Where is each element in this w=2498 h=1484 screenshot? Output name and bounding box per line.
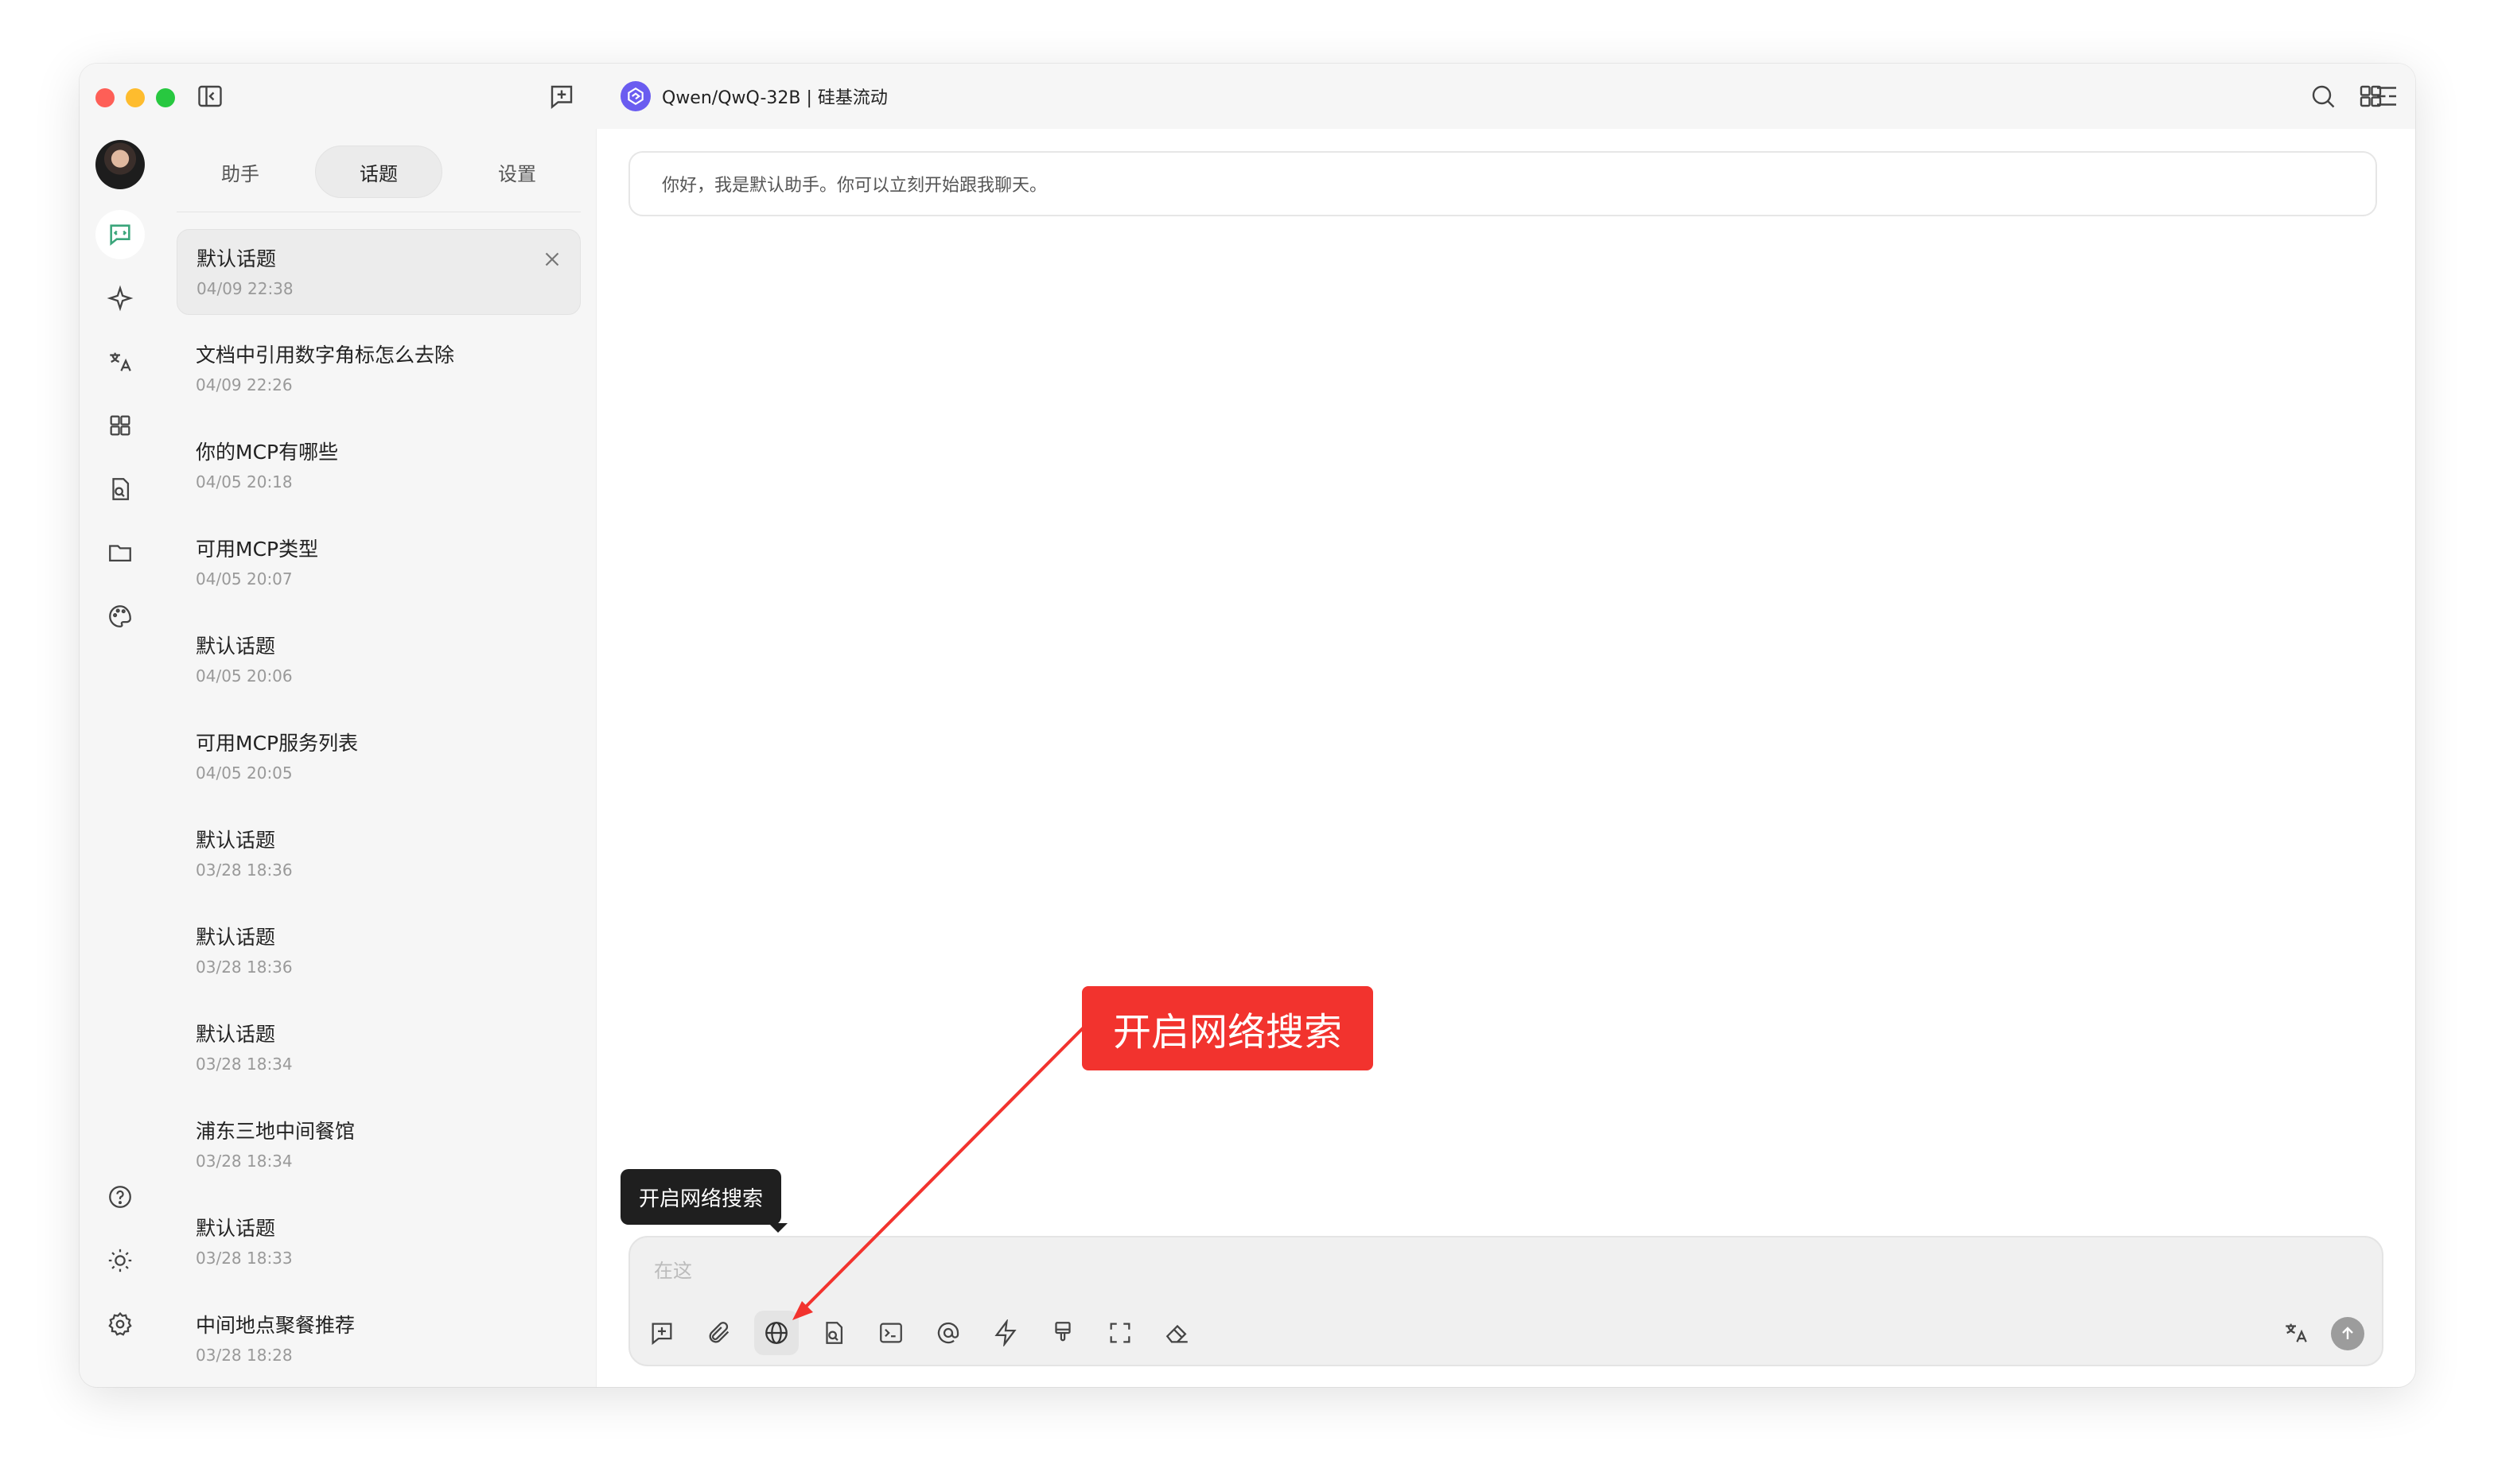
topic-time: 03/28 18:36	[196, 958, 293, 977]
model-logo-icon	[621, 81, 651, 111]
tab-topics[interactable]: 话题	[315, 146, 442, 198]
file-search-icon[interactable]	[811, 1311, 856, 1355]
folder-icon[interactable]	[95, 528, 145, 577]
topic-title: 可用MCP类型	[196, 538, 319, 561]
topic-title: 默认话题	[196, 1023, 276, 1046]
tab-settings[interactable]: 设置	[453, 146, 581, 198]
topic-title: 默认话题	[196, 1217, 276, 1240]
chat-icon[interactable]	[95, 210, 145, 259]
settings-icon[interactable]	[95, 1299, 145, 1349]
topic-time: 04/09 22:38	[196, 279, 294, 298]
apps-icon[interactable]	[95, 401, 145, 450]
nav-rail	[80, 129, 161, 1387]
topic-item[interactable]: 默认话题 04/05 20:06	[177, 617, 581, 703]
avatar[interactable]	[95, 140, 145, 189]
app-window: Qwen/QwQ-32B | 硅基流动 助手 话题 设置 默认话题 04/09 …	[80, 64, 2415, 1387]
lightning-icon[interactable]	[983, 1311, 1028, 1355]
topic-item[interactable]: 可用MCP服务列表 04/05 20:05	[177, 714, 581, 800]
chat-main: 你好，我是默认助手。你可以立刻开始跟我聊天。 在这	[597, 129, 2415, 1387]
globe-icon[interactable]	[754, 1311, 799, 1355]
apps-grid-icon[interactable]	[2355, 80, 2387, 112]
terminal-icon[interactable]	[869, 1311, 913, 1355]
eraser-icon[interactable]	[1155, 1311, 1200, 1355]
topic-title: 默认话题	[196, 635, 276, 658]
topic-time: 04/09 22:26	[196, 375, 293, 394]
close-window-button[interactable]	[95, 88, 115, 107]
search-icon[interactable]	[2307, 80, 2339, 112]
brightness-icon[interactable]	[95, 1236, 145, 1285]
composer: 在这	[628, 1236, 2383, 1366]
attachment-icon[interactable]	[697, 1311, 741, 1355]
palette-icon[interactable]	[95, 592, 145, 641]
topic-title: 浦东三地中间餐馆	[196, 1120, 356, 1143]
tab-assistant[interactable]: 助手	[177, 146, 304, 198]
topic-title: 默认话题	[196, 829, 276, 852]
topic-time: 04/05 20:18	[196, 472, 293, 491]
topic-time: 03/28 18:28	[196, 1346, 293, 1365]
sidebar-tabs: 助手 话题 设置	[177, 145, 581, 199]
topic-title: 文档中引用数字角标怎么去除	[196, 344, 455, 367]
topic-title: 中间地点聚餐推荐	[196, 1314, 356, 1337]
topic-item-active[interactable]: 默认话题 04/09 22:38	[177, 229, 581, 315]
topic-title: 默认话题	[196, 926, 276, 949]
topic-time: 04/05 20:05	[196, 763, 293, 783]
topic-title: 你的MCP有哪些	[196, 441, 339, 464]
translate-icon[interactable]	[95, 337, 145, 387]
topic-item[interactable]: 默认话题 03/28 18:34	[177, 1005, 581, 1091]
topic-item[interactable]: 中间地点聚餐推荐 03/28 18:28	[177, 1296, 581, 1382]
topic-time: 03/28 18:36	[196, 860, 293, 880]
topics-sidebar: 助手 话题 设置 默认话题 04/09 22:38 文档中引用数字角标怎么去除 …	[161, 129, 597, 1387]
greeting-message: 你好，我是默认助手。你可以立刻开始跟我聊天。	[628, 151, 2377, 216]
topic-time: 04/05 20:07	[196, 569, 293, 589]
sidebar-toggle-icon[interactable]	[194, 80, 226, 112]
at-icon[interactable]	[926, 1311, 971, 1355]
fullscreen-icon[interactable]	[1098, 1311, 1142, 1355]
model-name: Qwen/QwQ-32B | 硅基流动	[662, 88, 888, 108]
topic-item[interactable]: 浦东三地中间餐馆 03/28 18:34	[177, 1102, 581, 1188]
maximize-window-button[interactable]	[156, 88, 175, 107]
topic-time: 03/28 18:34	[196, 1055, 293, 1074]
topic-title: 默认话题	[196, 247, 277, 270]
annotation-callout: 开启网络搜索	[1082, 986, 1373, 1070]
topic-item[interactable]: 默认话题 03/28 18:33	[177, 1199, 581, 1285]
tooltip-tail	[768, 1223, 788, 1233]
topic-item[interactable]: 默认话题 03/28 18:36	[177, 908, 581, 994]
send-icon[interactable]	[2331, 1317, 2364, 1350]
minimize-window-button[interactable]	[126, 88, 145, 107]
topic-item[interactable]: 可用MCP类型 04/05 20:07	[177, 520, 581, 606]
close-icon[interactable]	[540, 247, 564, 271]
titlebar: Qwen/QwQ-32B | 硅基流动	[80, 64, 2415, 129]
file-search-icon[interactable]	[95, 464, 145, 514]
translate-icon[interactable]	[2274, 1311, 2318, 1355]
brush-icon[interactable]	[1041, 1311, 1085, 1355]
topic-time: 04/05 20:06	[196, 666, 293, 686]
topic-title: 可用MCP服务列表	[196, 732, 359, 755]
topic-time: 03/28 18:33	[196, 1249, 293, 1268]
message-input[interactable]: 在这	[654, 1255, 692, 1283]
topic-item[interactable]: 默认话题 03/28 18:36	[177, 811, 581, 897]
new-topic-icon[interactable]	[640, 1311, 684, 1355]
model-title[interactable]: Qwen/QwQ-32B | 硅基流动	[621, 80, 888, 113]
topic-time: 03/28 18:34	[196, 1152, 293, 1171]
topic-item[interactable]: 文档中引用数字角标怎么去除 04/09 22:26	[177, 326, 581, 412]
help-icon[interactable]	[95, 1172, 145, 1222]
web-search-tooltip: 开启网络搜索	[621, 1169, 781, 1225]
new-topic-icon[interactable]	[546, 80, 578, 112]
sparkle-icon[interactable]	[95, 274, 145, 323]
topic-item[interactable]: 你的MCP有哪些 04/05 20:18	[177, 423, 581, 509]
